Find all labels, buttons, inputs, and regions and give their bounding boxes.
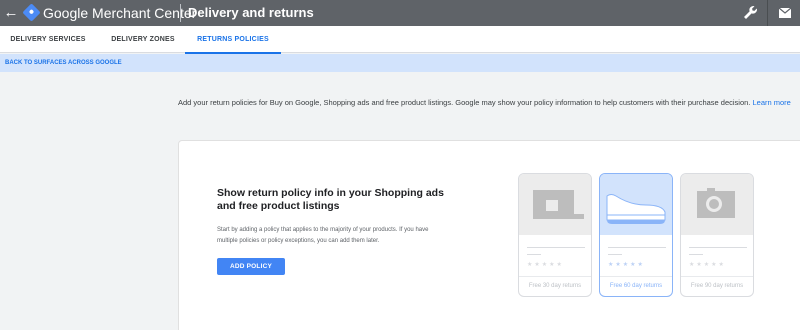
divider <box>600 276 672 277</box>
return-policy-card: Show return policy info in your Shopping… <box>178 140 800 330</box>
tab-delivery-services[interactable]: DELIVERY SERVICES <box>0 26 96 53</box>
product-preview-card: ★★★★★ Free 60 day returns <box>599 173 673 297</box>
product-image <box>681 174 753 235</box>
product-image <box>600 174 672 235</box>
product-preview-card: ★★★★★ Free 30 day returns <box>518 173 592 297</box>
divider <box>681 276 753 277</box>
app-header: ← Google Merchant Center Delivery and re… <box>0 0 800 26</box>
intro-text: Add your return policies for Buy on Goog… <box>178 96 798 110</box>
envelope-icon[interactable] <box>775 3 795 23</box>
intro-description: Add your return policies for Buy on Goog… <box>178 98 751 107</box>
rating-stars: ★★★★★ <box>689 262 726 268</box>
placeholder-line <box>527 254 541 255</box>
card-description: Start by adding a policy that applies to… <box>217 227 429 244</box>
wrench-icon[interactable] <box>740 3 760 23</box>
product-preview-card: ★★★★★ Free 90 day returns <box>680 173 754 297</box>
header-divider <box>767 0 768 26</box>
page-title: Delivery and returns <box>188 5 314 20</box>
divider <box>519 276 591 277</box>
merchant-center-logo <box>22 3 41 22</box>
back-to-surfaces-link[interactable]: BACK TO SURFACES ACROSS GOOGLE <box>5 54 122 72</box>
shoe-icon <box>606 194 666 224</box>
rating-stars: ★★★★★ <box>527 262 564 268</box>
returns-label: Free 60 day returns <box>609 283 663 289</box>
header-divider <box>180 4 181 22</box>
tab-delivery-zones[interactable]: DELIVERY ZONES <box>96 26 190 53</box>
laptop-icon <box>533 190 584 219</box>
placeholder-line <box>689 247 747 248</box>
product-image <box>519 174 591 235</box>
placeholder-line <box>608 247 666 248</box>
card-title: Show return policy info in your Shopping… <box>217 187 444 212</box>
surfaces-banner: BACK TO SURFACES ACROSS GOOGLE <box>0 54 800 72</box>
add-policy-button[interactable]: ADD POLICY <box>217 258 285 275</box>
placeholder-line <box>689 254 703 255</box>
rating-stars: ★★★★★ <box>608 262 645 268</box>
learn-more-link[interactable]: Learn more <box>752 98 790 107</box>
placeholder-line <box>527 247 585 248</box>
back-arrow-icon[interactable]: ← <box>2 3 20 23</box>
tab-returns-policies[interactable]: RETURNS POLICIES <box>185 26 281 54</box>
returns-label: Free 30 day returns <box>528 283 582 289</box>
app-title: Google Merchant Center <box>43 5 197 21</box>
tab-bar: DELIVERY SERVICES DELIVERY ZONES RETURNS… <box>0 26 800 54</box>
returns-label: Free 90 day returns <box>690 283 744 289</box>
placeholder-line <box>608 254 622 255</box>
camera-icon <box>697 188 735 218</box>
